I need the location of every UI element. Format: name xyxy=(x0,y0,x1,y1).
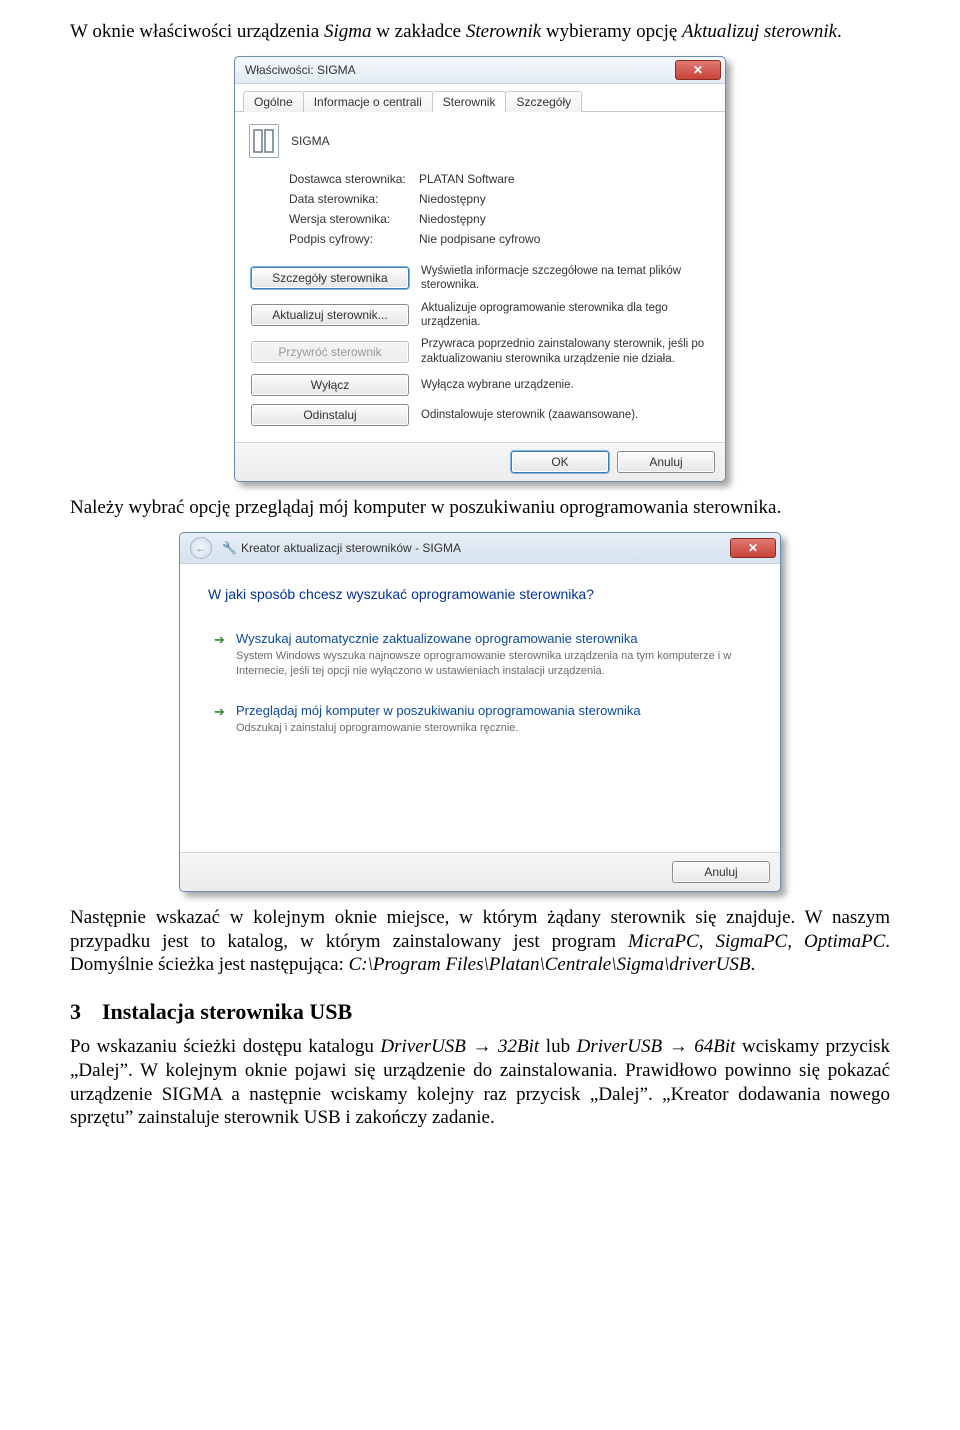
paragraph-4: Po wskazaniu ścieżki dostępu katalogu Dr… xyxy=(70,1035,890,1130)
button-desc: Aktualizuje oprogramowanie sterownika dl… xyxy=(421,301,711,330)
paragraph-3: Następnie wskazać w kolejnym oknie miejs… xyxy=(70,906,890,977)
paragraph-2: Należy wybrać opcję przeglądaj mój kompu… xyxy=(70,496,890,520)
dialog-body: SIGMA Dostawca sterownika:PLATAN Softwar… xyxy=(235,112,725,442)
wizard-question: W jaki sposób chcesz wyszukać oprogramow… xyxy=(208,586,752,602)
button-desc: Przywraca poprzednio zainstalowany stero… xyxy=(421,337,711,366)
cancel-button[interactable]: Anuluj xyxy=(672,861,770,883)
properties-dialog: Właściwości: SIGMA ✕ Ogólne Informacje o… xyxy=(234,56,726,482)
text: Po wskazaniu ścieżki dostępu katalogu xyxy=(70,1036,380,1057)
info-key: Podpis cyfrowy: xyxy=(289,232,419,246)
titlebar: 🔧 Kreator aktualizacji sterowników - SIG… xyxy=(180,533,780,564)
dialog-title: Właściwości: SIGMA xyxy=(245,63,356,77)
device-name: SIGMA xyxy=(291,134,330,148)
tab-strip: Ogólne Informacje o centrali Sterownik S… xyxy=(235,84,725,112)
option-subtitle: Odszukaj i zainstaluj oprogramowanie ste… xyxy=(236,721,742,735)
close-button[interactable]: ✕ xyxy=(675,60,721,80)
text-italic: SigmaPC, OptimaPC xyxy=(715,931,885,952)
heading-number: 3 xyxy=(70,999,102,1025)
button-desc: Odinstalowuje sterownik (zaawansowane). xyxy=(421,408,711,422)
text: wybieramy opcję xyxy=(541,21,682,42)
wizard-dialog: 🔧 Kreator aktualizacji sterowników - SIG… xyxy=(179,532,781,892)
heading-text: Instalacja sterownika USB xyxy=(102,999,352,1024)
tab-general[interactable]: Ogólne xyxy=(243,91,304,112)
wizard-body: W jaki sposób chcesz wyszukać oprogramow… xyxy=(180,564,780,852)
text-italic: MicraPC xyxy=(628,931,699,952)
paragraph-1: W oknie właściwości urządzenia Sigma w z… xyxy=(70,20,890,44)
cancel-button[interactable]: Anuluj xyxy=(617,451,715,473)
info-value: Nie podpisane cyfrowo xyxy=(419,232,711,246)
text-italic: DriverUSB → 32Bit xyxy=(380,1036,539,1057)
text: . xyxy=(837,21,842,42)
close-icon: ✕ xyxy=(748,541,758,555)
option-auto-search[interactable]: ➔ Wyszukaj automatycznie zaktualizowane … xyxy=(208,622,752,688)
text-italic: Aktualizuj sterownik xyxy=(682,21,837,42)
close-icon: ✕ xyxy=(693,63,703,77)
titlebar: Właściwości: SIGMA ✕ xyxy=(235,57,725,84)
wizard-icon: 🔧 xyxy=(222,541,237,555)
text-italic: Sterownik xyxy=(466,21,541,42)
option-title: Wyszukaj automatycznie zaktualizowane op… xyxy=(236,630,742,648)
uninstall-button[interactable]: Odinstaluj xyxy=(251,404,409,426)
arrow-icon: ➔ xyxy=(214,632,225,648)
option-title: Przeglądaj mój komputer w poszukiwaniu o… xyxy=(236,702,742,720)
info-key: Wersja sterownika: xyxy=(289,212,419,226)
text: W oknie właściwości urządzenia xyxy=(70,21,324,42)
arrow-icon: ➔ xyxy=(214,704,225,720)
button-desc: Wyłącza wybrane urządzenie. xyxy=(421,378,711,392)
close-button[interactable]: ✕ xyxy=(730,538,776,558)
option-browse-computer[interactable]: ➔ Przeglądaj mój komputer w poszukiwaniu… xyxy=(208,694,752,746)
text: . xyxy=(751,954,756,975)
text: lub xyxy=(539,1036,576,1057)
rollback-driver-button[interactable]: Przywróć sterownik xyxy=(251,341,409,363)
tab-info[interactable]: Informacje o centrali xyxy=(303,91,433,112)
update-driver-button[interactable]: Aktualizuj sterownik... xyxy=(251,304,409,326)
info-value: Niedostępny xyxy=(419,212,711,226)
tab-driver[interactable]: Sterownik xyxy=(432,91,507,112)
info-key: Dostawca sterownika: xyxy=(289,172,419,186)
info-value: Niedostępny xyxy=(419,192,711,206)
text-italic: Sigma xyxy=(324,21,372,42)
back-button[interactable] xyxy=(190,537,212,559)
disable-button[interactable]: Wyłącz xyxy=(251,374,409,396)
info-key: Data sterownika: xyxy=(289,192,419,206)
driver-info-grid: Dostawca sterownika:PLATAN Software Data… xyxy=(289,172,711,246)
button-desc: Wyświetla informacje szczegółowe na tema… xyxy=(421,264,711,293)
dialog-footer: OK Anuluj xyxy=(235,442,725,481)
driver-details-button[interactable]: Szczegóły sterownika xyxy=(251,267,409,289)
option-subtitle: System Windows wyszuka najnowsze oprogra… xyxy=(236,649,742,678)
dialog-title: Kreator aktualizacji sterowników - SIGMA xyxy=(241,541,461,555)
section-heading: 3Instalacja sterownika USB xyxy=(70,999,890,1025)
wizard-footer: Anuluj xyxy=(180,852,780,891)
text-italic: DriverUSB → 64Bit xyxy=(577,1036,736,1057)
tab-details[interactable]: Szczegóły xyxy=(505,91,582,112)
text: , xyxy=(699,931,716,952)
text-italic: C:\Program Files\Platan\Centrale\Sigma\d… xyxy=(349,954,751,975)
info-value: PLATAN Software xyxy=(419,172,711,186)
device-icon xyxy=(249,124,279,158)
ok-button[interactable]: OK xyxy=(511,451,609,473)
text: w zakładce xyxy=(371,21,465,42)
